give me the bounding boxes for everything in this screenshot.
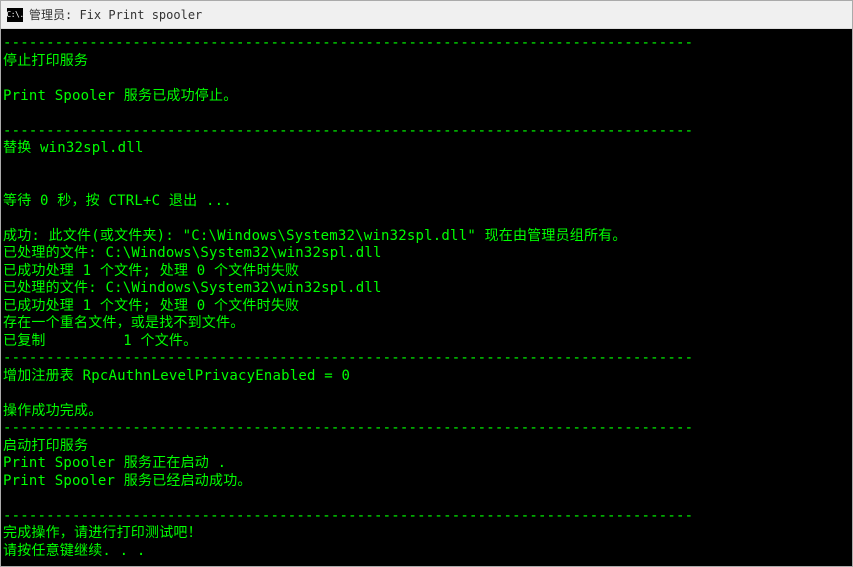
terminal-line: 完成操作，请进行打印测试吧！ (3, 525, 850, 543)
terminal-line: 已复制 1 个文件。 (3, 333, 850, 351)
terminal-line: ----------------------------------------… (3, 350, 850, 368)
terminal-line: ----------------------------------------… (3, 508, 850, 526)
terminal-line: 已处理的文件: C:\Windows\System32\win32spl.dll (3, 280, 850, 298)
terminal-line (3, 175, 850, 193)
terminal-line: ----------------------------------------… (3, 123, 850, 141)
cmd-icon: C:\. (7, 8, 23, 22)
terminal-line (3, 490, 850, 508)
terminal-line (3, 385, 850, 403)
terminal-line: 存在一个重名文件，或是找不到文件。 (3, 315, 850, 333)
terminal-line: 已处理的文件: C:\Windows\System32\win32spl.dll (3, 245, 850, 263)
console-window: C:\. 管理员: Fix Print spooler ------------… (0, 0, 853, 567)
terminal-line: ----------------------------------------… (3, 420, 850, 438)
terminal-line: ----------------------------------------… (3, 35, 850, 53)
window-title: 管理员: Fix Print spooler (29, 6, 202, 23)
terminal-line: 替换 win32spl.dll (3, 140, 850, 158)
terminal-output[interactable]: ----------------------------------------… (1, 29, 852, 566)
terminal-line: Print Spooler 服务已经启动成功。 (3, 473, 850, 491)
terminal-line: 启动打印服务 (3, 438, 850, 456)
terminal-line: 请按任意键继续. . . (3, 543, 850, 561)
terminal-line: Print Spooler 服务正在启动 . (3, 455, 850, 473)
terminal-line: 等待 0 秒，按 CTRL+C 退出 ... (3, 193, 850, 211)
terminal-line: 成功: 此文件(或文件夹): "C:\Windows\System32\win3… (3, 228, 850, 246)
terminal-line: 增加注册表 RpcAuthnLevelPrivacyEnabled = 0 (3, 368, 850, 386)
titlebar[interactable]: C:\. 管理员: Fix Print spooler (1, 1, 852, 29)
terminal-line: 已成功处理 1 个文件; 处理 0 个文件时失败 (3, 298, 850, 316)
terminal-line: 停止打印服务 (3, 53, 850, 71)
terminal-line (3, 158, 850, 176)
terminal-line (3, 70, 850, 88)
terminal-line: 操作成功完成。 (3, 403, 850, 421)
terminal-line: Print Spooler 服务已成功停止。 (3, 88, 850, 106)
terminal-line: 已成功处理 1 个文件; 处理 0 个文件时失败 (3, 263, 850, 281)
terminal-line (3, 210, 850, 228)
terminal-line (3, 105, 850, 123)
